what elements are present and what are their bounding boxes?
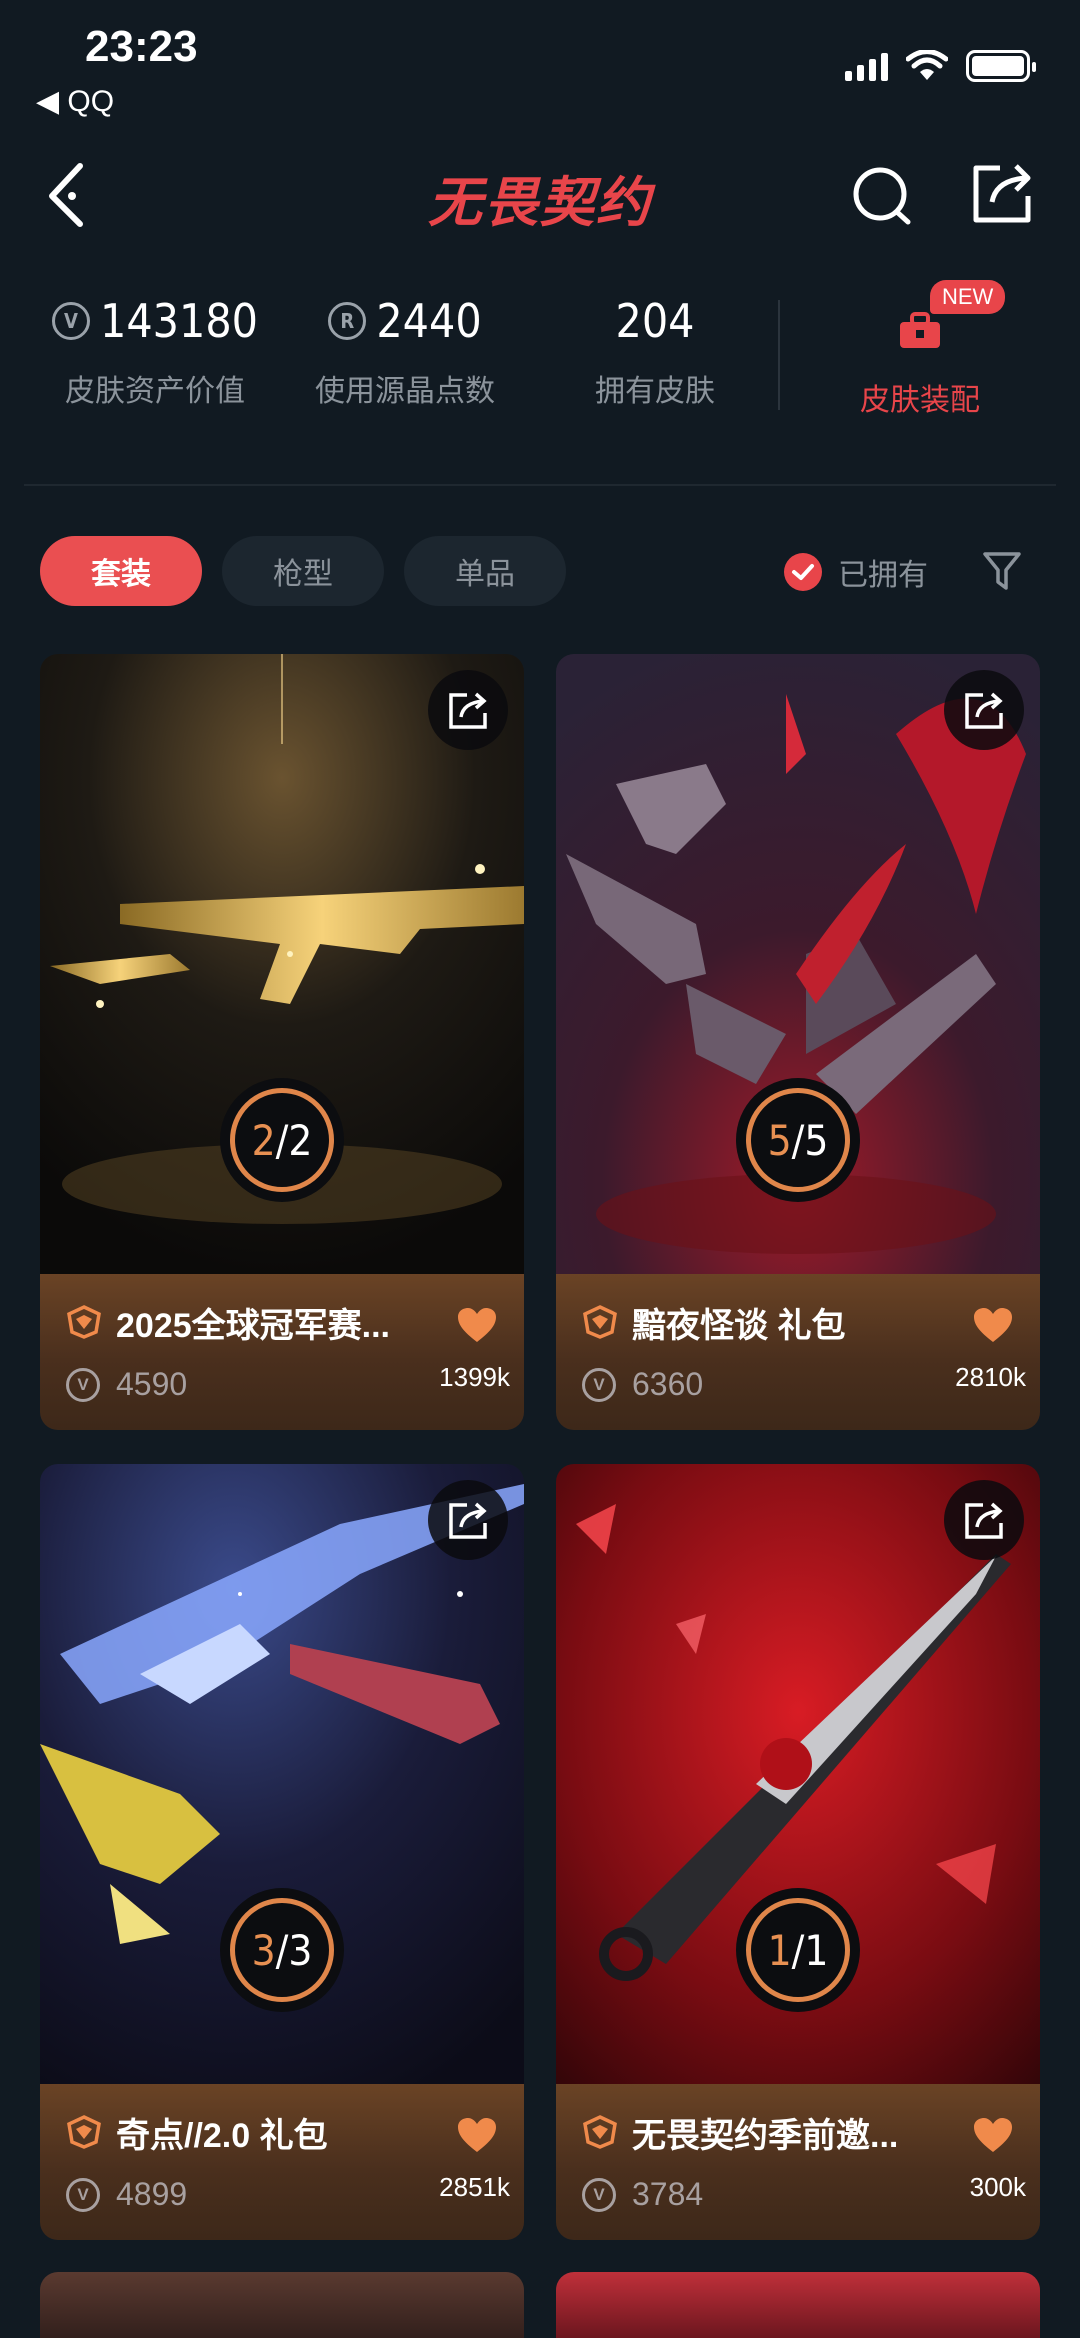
tier-badge-icon xyxy=(583,1305,617,1339)
bundle-price: V 6360 xyxy=(582,1366,703,1403)
signal-icon xyxy=(845,51,888,81)
game-logo: 无畏契约 xyxy=(428,173,652,233)
asset-value: 143180 xyxy=(100,294,258,348)
tab-weapon-type[interactable]: 枪型 xyxy=(222,536,384,606)
nav-bar: 无畏契约 xyxy=(0,140,1080,250)
radianite-coin-icon: R xyxy=(328,302,367,340)
skins-owned-value: 204 xyxy=(615,294,695,348)
status-time: 23:23 xyxy=(85,22,198,71)
bundle-card[interactable]: 5/5 黯夜怪谈 礼包 V 6360 2810k xyxy=(556,654,1040,1430)
like-count: 2851k xyxy=(439,2172,510,2202)
tab-bundle[interactable]: 套装 xyxy=(40,536,202,606)
share-icon xyxy=(449,692,487,729)
tier-badge-icon xyxy=(583,2115,617,2149)
stats-panel: V 143180 皮肤资产价值 R 2440 使用源晶点数 204 拥有皮肤 皮肤装… xyxy=(0,280,1080,430)
card-share-button[interactable] xyxy=(944,670,1024,750)
collection-progress: 2/2 xyxy=(220,1078,344,1202)
stats-divider xyxy=(778,300,780,410)
collection-progress: 1/1 xyxy=(736,1888,860,2012)
like-count: 300k xyxy=(969,2172,1026,2202)
tier-badge-icon xyxy=(67,1305,101,1339)
skins-owned-label: 拥有皮肤 xyxy=(595,375,715,408)
share-icon xyxy=(449,1502,487,1539)
wifi-icon xyxy=(906,50,948,80)
card-share-button[interactable] xyxy=(428,1480,508,1560)
vp-coin-icon: V xyxy=(66,1367,100,1402)
card-footer: 黯夜怪谈 礼包 V 6360 2810k xyxy=(556,1274,1040,1430)
card-share-button[interactable] xyxy=(428,670,508,750)
bundle-title: 奇点//2.0 礼包 xyxy=(116,2117,328,2155)
card-footer: 2025全球冠军赛... V 4590 1399k xyxy=(40,1274,524,1430)
like-count: 1399k xyxy=(439,1362,510,1392)
tier-badge-icon xyxy=(67,2115,101,2149)
bundle-card[interactable]: 1/1 无畏契约季前邀... V 3784 300k xyxy=(556,1464,1040,2240)
toolbox-icon xyxy=(900,312,940,348)
bundle-card-partial[interactable] xyxy=(556,2272,1040,2338)
asset-value-label: 皮肤资产价值 xyxy=(65,375,245,408)
points-used-stat: R 2440 使用源晶点数 xyxy=(300,294,510,410)
status-bar: 23:23 ◀ QQ xyxy=(0,0,1080,130)
share-icon xyxy=(965,692,1003,729)
heart-icon[interactable] xyxy=(456,1306,498,1344)
filter-icon[interactable] xyxy=(982,550,1022,592)
heart-icon[interactable] xyxy=(456,2116,498,2154)
battery-icon xyxy=(966,50,1036,82)
owned-toggle[interactable]: 已拥有 xyxy=(784,550,928,594)
bundle-card[interactable]: 2/2 2025全球冠军赛... V 4590 1399k xyxy=(40,654,524,1430)
share-icon xyxy=(965,1502,1003,1539)
new-badge: NEW xyxy=(930,280,1006,314)
asset-value-stat: V 143180 皮肤资产价值 xyxy=(50,294,260,410)
skins-owned-stat: 204 拥有皮肤 xyxy=(570,294,740,410)
bundle-price: V 3784 xyxy=(582,2176,703,2213)
bundle-title: 黯夜怪谈 礼包 xyxy=(632,1307,846,1345)
skin-equip-button[interactable]: 皮肤装配 xyxy=(830,310,1010,419)
bundle-price: V 4590 xyxy=(66,1366,187,1403)
bundle-title: 无畏契约季前邀... xyxy=(632,2117,899,2155)
points-used-label: 使用源晶点数 xyxy=(315,375,495,408)
back-to-app-link[interactable]: ◀ QQ xyxy=(36,84,114,119)
collection-progress: 3/3 xyxy=(220,1888,344,2012)
heart-icon[interactable] xyxy=(972,1306,1014,1344)
status-icons xyxy=(845,50,1036,82)
collection-progress: 5/5 xyxy=(736,1078,860,1202)
filter-row: 套装 枪型 单品 已拥有 xyxy=(0,536,1080,608)
like-count: 2810k xyxy=(955,1362,1026,1392)
vp-coin-icon: V xyxy=(582,1367,616,1402)
card-share-button[interactable] xyxy=(944,1480,1024,1560)
share-icon[interactable] xyxy=(970,158,1034,228)
tab-single-item[interactable]: 单品 xyxy=(404,536,566,606)
vp-coin-icon: V xyxy=(582,2177,616,2212)
checkmark-icon xyxy=(784,553,822,591)
owned-label: 已拥有 xyxy=(838,559,928,592)
card-footer: 无畏契约季前邀... V 3784 300k xyxy=(556,2084,1040,2240)
card-footer: 奇点//2.0 礼包 V 4899 2851k xyxy=(40,2084,524,2240)
divider xyxy=(24,484,1056,486)
bundle-card-partial[interactable] xyxy=(40,2272,524,2338)
points-used-value: 2440 xyxy=(376,294,482,348)
heart-icon[interactable] xyxy=(972,2116,1014,2154)
vp-coin-icon: V xyxy=(52,302,91,340)
skin-equip-label: 皮肤装配 xyxy=(860,384,980,417)
bundle-card[interactable]: 3/3 奇点//2.0 礼包 V 4899 2851k xyxy=(40,1464,524,2240)
vp-coin-icon: V xyxy=(66,2177,100,2212)
search-icon[interactable] xyxy=(850,160,914,230)
bundle-title: 2025全球冠军赛... xyxy=(116,1307,390,1345)
bundle-price: V 4899 xyxy=(66,2176,187,2213)
